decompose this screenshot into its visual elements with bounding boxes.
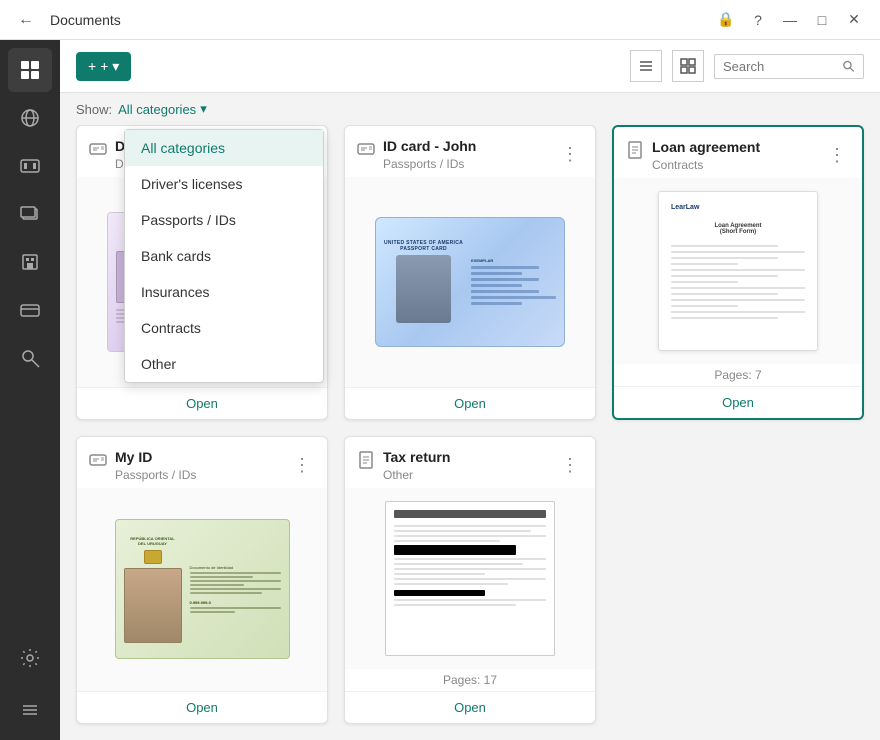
dropdown-item-passports[interactable]: Passports / IDs xyxy=(125,202,323,238)
page-count-tax-return: Pages: 17 xyxy=(345,669,595,691)
page-count-loan-agreement: Pages: 7 xyxy=(614,364,862,386)
doc-thumbnail-my-id: REPÚBLICA ORIENTALDEL URUGUAY Documento … xyxy=(77,488,327,691)
toolbar: + + ▾ xyxy=(60,40,880,93)
doc-thumbnail-loan-agreement: LearLaw Loan Agreement(Short Form) xyxy=(614,178,862,364)
sidebar xyxy=(0,40,60,740)
window-controls: 🔒 ? — □ ✕ xyxy=(712,6,868,34)
doc-title: My ID xyxy=(115,449,196,466)
doc-icon xyxy=(357,140,375,163)
card-header-tax-return: Tax return Other ⋮ xyxy=(345,437,595,488)
sidebar-item-film[interactable] xyxy=(8,144,52,188)
selected-category: All categories xyxy=(118,102,196,117)
add-button[interactable]: + + ▾ xyxy=(76,52,131,81)
open-link-drivers-license[interactable]: Open xyxy=(77,387,327,419)
doc-icon xyxy=(89,451,107,474)
search-icon xyxy=(842,59,855,73)
plus-icon: + xyxy=(88,58,96,74)
open-link-my-id[interactable]: Open xyxy=(77,691,327,723)
search-box[interactable] xyxy=(714,54,864,79)
sidebar-item-menu[interactable] xyxy=(8,688,52,732)
card-menu-button[interactable]: ⋮ xyxy=(557,453,583,478)
title-bar: ← Documents 🔒 ? — □ ✕ xyxy=(0,0,880,40)
window-title: Documents xyxy=(50,12,121,28)
doc-title: Tax return xyxy=(383,449,450,466)
doc-subtitle: Other xyxy=(383,468,450,482)
card-header-loan-agreement: Loan agreement Contracts ⋮ xyxy=(614,127,862,178)
maximize-button[interactable]: □ xyxy=(808,6,836,34)
show-label: Show: xyxy=(76,102,112,117)
dropdown-item-other[interactable]: Other xyxy=(125,346,323,382)
doc-icon xyxy=(357,451,375,474)
doc-icon xyxy=(89,140,107,163)
close-button[interactable]: ✕ xyxy=(840,6,868,34)
doc-title: Loan agreement xyxy=(652,139,760,156)
dropdown-item-drivers[interactable]: Driver's licenses xyxy=(125,166,323,202)
back-button[interactable]: ← xyxy=(12,7,40,33)
doc-subtitle: Passports / IDs xyxy=(115,468,196,482)
add-button-label: + ▾ xyxy=(100,58,119,75)
open-link-tax-return[interactable]: Open xyxy=(345,691,595,723)
doc-thumbnail-tax-return xyxy=(345,488,595,669)
card-menu-button[interactable]: ⋮ xyxy=(557,142,583,167)
sidebar-item-building[interactable] xyxy=(8,240,52,284)
card-menu-button[interactable]: ⋮ xyxy=(289,453,315,478)
card-menu-button[interactable]: ⋮ xyxy=(824,143,850,168)
doc-icon xyxy=(626,141,644,164)
sidebar-item-layers[interactable] xyxy=(8,192,52,236)
card-header-id-card-john: ID card - John Passports / IDs ⋮ xyxy=(345,126,595,177)
grid-view-button[interactable] xyxy=(672,50,704,82)
content-area: + + ▾ Show: All categories ▾ xyxy=(60,40,880,740)
doc-subtitle: Passports / IDs xyxy=(383,157,476,171)
card-header-my-id: My ID Passports / IDs ⋮ xyxy=(77,437,327,488)
main-layout: + + ▾ Show: All categories ▾ xyxy=(0,40,880,740)
open-link-loan-agreement[interactable]: Open xyxy=(614,386,862,418)
category-dropdown-trigger[interactable]: All categories ▾ xyxy=(118,101,207,117)
doc-title: ID card - John xyxy=(383,138,476,155)
list-view-button[interactable] xyxy=(630,50,662,82)
help-button[interactable]: ? xyxy=(744,6,772,34)
search-input[interactable] xyxy=(723,59,842,74)
category-dropdown-menu: All categories Driver's licenses Passpor… xyxy=(124,129,324,383)
open-link-id-card-john[interactable]: Open xyxy=(345,387,595,419)
chevron-down-icon: ▾ xyxy=(200,101,207,117)
document-card-tax-return: Tax return Other ⋮ xyxy=(344,436,596,724)
doc-thumbnail-id-card-john: UNITED STATES OF AMERICAPASSPORT CARD EX… xyxy=(345,177,595,387)
filter-bar: Show: All categories ▾ All categories Dr… xyxy=(60,93,880,125)
sidebar-item-gear[interactable] xyxy=(8,636,52,680)
document-card-my-id: My ID Passports / IDs ⋮ REPÚBLICA ORIENT… xyxy=(76,436,328,724)
minimize-button[interactable]: — xyxy=(776,6,804,34)
dropdown-item-all[interactable]: All categories xyxy=(125,130,323,166)
dropdown-item-bankcards[interactable]: Bank cards xyxy=(125,238,323,274)
sidebar-item-key[interactable] xyxy=(8,336,52,380)
dropdown-item-insurances[interactable]: Insurances xyxy=(125,274,323,310)
lock-icon: 🔒 xyxy=(712,6,740,34)
document-card-id-card-john: ID card - John Passports / IDs ⋮ UNITED … xyxy=(344,125,596,420)
sidebar-item-grid[interactable] xyxy=(8,48,52,92)
sidebar-item-globe[interactable] xyxy=(8,96,52,140)
dropdown-item-contracts[interactable]: Contracts xyxy=(125,310,323,346)
document-card-loan-agreement: Loan agreement Contracts ⋮ LearLaw Loan … xyxy=(612,125,864,420)
doc-subtitle: Contracts xyxy=(652,158,760,172)
sidebar-item-card[interactable] xyxy=(8,288,52,332)
